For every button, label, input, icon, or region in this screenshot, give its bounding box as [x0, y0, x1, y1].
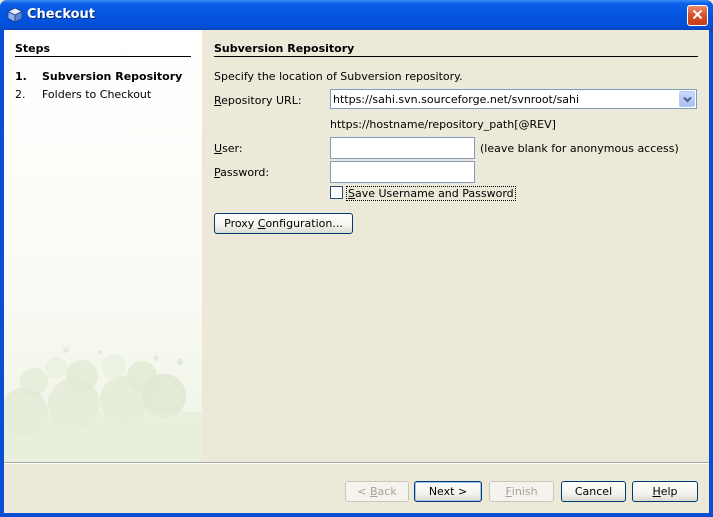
repository-url-label: Repository URL: [214, 94, 302, 107]
repository-url-value: https://sahi.svn.sourceforge.net/svnroot… [333, 93, 580, 106]
label-text: inish [511, 485, 538, 498]
chevron-down-icon [682, 93, 692, 106]
steps-title: Steps [15, 42, 51, 55]
cube-icon [7, 7, 23, 23]
mnemonic: B [370, 485, 378, 498]
save-credentials-checkbox[interactable] [330, 186, 343, 199]
label-text: epository URL: [221, 94, 302, 107]
label-text: ack [377, 485, 397, 498]
step-number: 1. [15, 70, 27, 83]
button-bar-divider [4, 462, 709, 464]
password-label: Password: [214, 166, 269, 179]
close-button[interactable] [687, 5, 708, 26]
label-text: assword: [220, 166, 270, 179]
label-text: Proxy [224, 217, 258, 230]
repository-url-hint: https://hostname/repository_path[@REV] [330, 118, 556, 131]
checkout-dialog: Checkout Steps 1. Subversion Repository 2… [0, 0, 713, 517]
panel-description: Specify the location of Subversion repos… [214, 70, 463, 83]
label-text: < [357, 485, 370, 498]
user-field[interactable] [330, 137, 475, 159]
panel-divider [214, 56, 698, 57]
label-text: elp [660, 485, 678, 498]
user-hint: (leave blank for anonymous access) [480, 142, 679, 155]
cancel-button[interactable]: Cancel [561, 481, 626, 502]
mnemonic: S [348, 187, 355, 200]
save-credentials-label[interactable]: Save Username and Password [346, 186, 516, 201]
label-text: ser: [222, 142, 243, 155]
step-label: Folders to Checkout [42, 88, 152, 101]
password-field[interactable] [330, 161, 475, 183]
steps-divider [15, 56, 191, 57]
window-title: Checkout [27, 7, 96, 22]
mnemonic: U [214, 142, 223, 155]
proxy-configuration-button[interactable]: Proxy Configuration... [214, 213, 353, 234]
bubbles-decoration [4, 347, 202, 462]
title-bar[interactable]: Checkout [0, 0, 713, 30]
mnemonic: H [652, 485, 661, 498]
main-panel: Subversion Repository Specify the locati… [202, 30, 709, 462]
finish-button[interactable]: Finish [489, 481, 554, 502]
label-text: onfiguration... [265, 217, 343, 230]
user-label: User: [214, 142, 243, 155]
step-folders-to-checkout: 2. Folders to Checkout [15, 88, 151, 101]
next-button[interactable]: Next > [414, 481, 482, 502]
mnemonic: C [257, 217, 266, 230]
panel-title: Subversion Repository [214, 42, 355, 55]
steps-panel: Steps 1. Subversion Repository 2. Folders … [4, 30, 202, 462]
step-subversion-repository: 1. Subversion Repository [15, 70, 182, 83]
label-text: ave Username and Password [354, 187, 514, 200]
dialog-body: Steps 1. Subversion Repository 2. Folders … [4, 30, 709, 513]
dropdown-button[interactable] [679, 91, 695, 107]
back-button[interactable]: < Back [345, 481, 409, 502]
help-button[interactable]: Help [632, 481, 698, 502]
repository-url-combobox[interactable]: https://sahi.svn.sourceforge.net/svnroot… [330, 89, 697, 109]
step-number: 2. [15, 88, 26, 101]
close-icon [692, 9, 703, 23]
step-label: Subversion Repository [42, 70, 183, 83]
